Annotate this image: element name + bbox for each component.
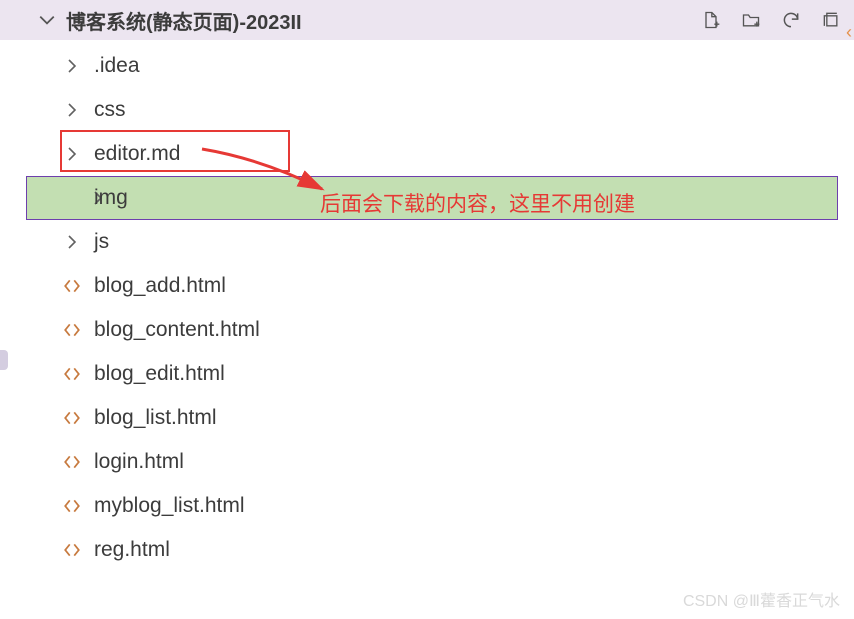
folder-editor-md[interactable]: editor.md: [0, 132, 854, 176]
file-myblog-list[interactable]: myblog_list.html: [0, 484, 854, 528]
html-file-icon: [62, 541, 82, 559]
html-file-icon: [62, 321, 82, 339]
html-file-icon: [62, 277, 82, 295]
left-activity-indicator: [0, 350, 8, 370]
collapse-all-icon[interactable]: [820, 9, 842, 31]
file-label: blog_edit.html: [94, 362, 225, 386]
header-actions: [700, 9, 842, 31]
chevron-right-icon: [62, 146, 82, 162]
folder-label: editor.md: [94, 142, 180, 166]
folder-label: css: [94, 98, 126, 122]
chevron-down-icon[interactable]: [38, 11, 56, 29]
file-blog-add[interactable]: blog_add.html: [0, 264, 854, 308]
file-label: login.html: [94, 450, 184, 474]
file-label: blog_content.html: [94, 318, 260, 342]
html-file-icon: [62, 365, 82, 383]
explorer-header: 博客系统(静态页面)-2023II: [0, 0, 854, 40]
right-panel-edge: ‹: [846, 22, 852, 43]
folder-label: js: [94, 230, 109, 254]
folder-idea[interactable]: .idea: [0, 44, 854, 88]
html-file-icon: [62, 497, 82, 515]
file-blog-content[interactable]: blog_content.html: [0, 308, 854, 352]
chevron-right-icon: [62, 102, 82, 118]
html-file-icon: [62, 453, 82, 471]
folder-js[interactable]: js: [0, 220, 854, 264]
file-label: blog_add.html: [94, 274, 226, 298]
file-label: myblog_list.html: [94, 494, 245, 518]
new-folder-icon[interactable]: [740, 9, 762, 31]
folder-label: .idea: [94, 54, 140, 78]
file-blog-edit[interactable]: blog_edit.html: [0, 352, 854, 396]
file-label: reg.html: [94, 538, 170, 562]
refresh-icon[interactable]: [780, 9, 802, 31]
folder-img[interactable]: img: [26, 176, 838, 220]
html-file-icon: [62, 409, 82, 427]
watermark: CSDN @Ⅲ藿香正气水: [683, 587, 840, 611]
file-reg[interactable]: reg.html: [0, 528, 854, 572]
project-title: 博客系统(静态页面)-2023II: [66, 6, 302, 35]
file-tree: .idea css editor.md img js blog_add.html: [0, 40, 854, 572]
new-file-icon[interactable]: [700, 9, 722, 31]
folder-css[interactable]: css: [0, 88, 854, 132]
chevron-right-icon: [62, 234, 82, 250]
file-blog-list[interactable]: blog_list.html: [0, 396, 854, 440]
file-login[interactable]: login.html: [0, 440, 854, 484]
chevron-right-icon: [62, 58, 82, 74]
folder-label: img: [94, 186, 128, 210]
file-label: blog_list.html: [94, 406, 217, 430]
